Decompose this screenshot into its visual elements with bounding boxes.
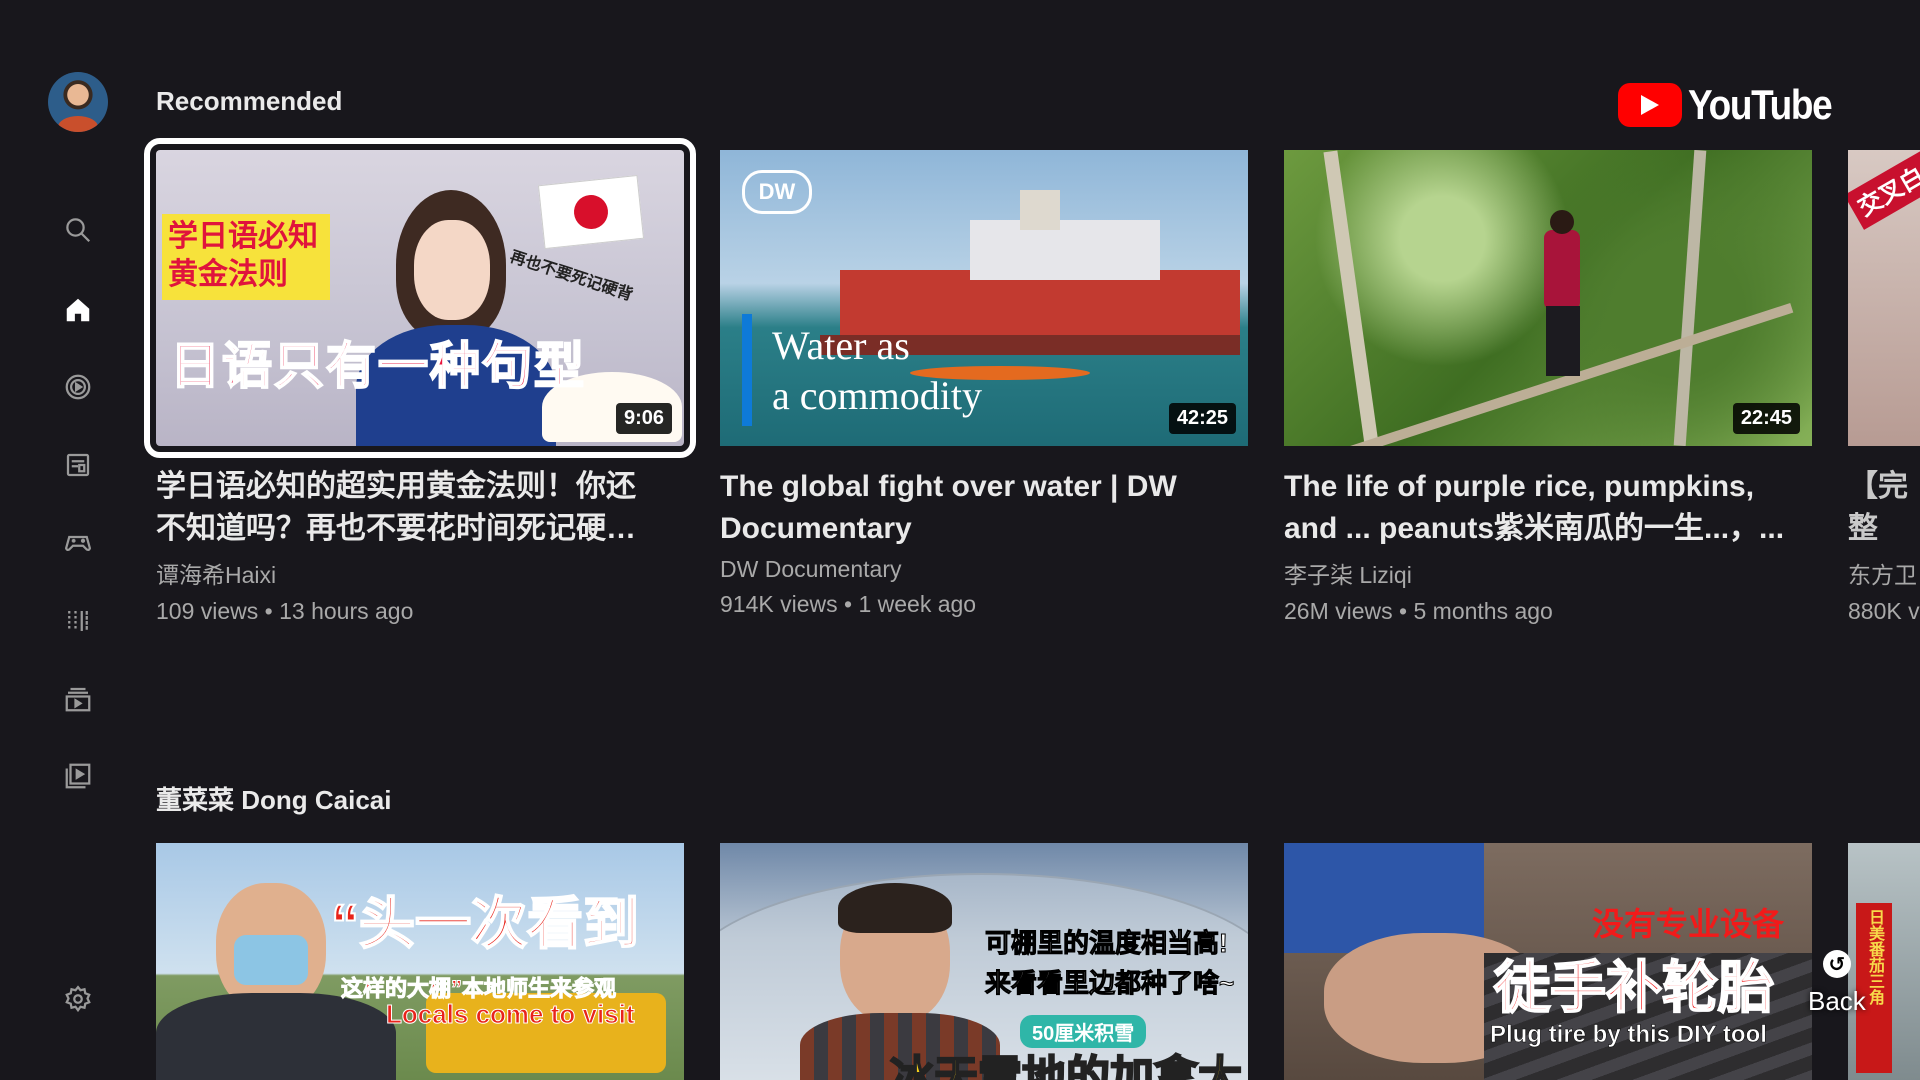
logo-text: YouTube bbox=[1688, 81, 1833, 128]
video-duration: 42:25 bbox=[1168, 403, 1236, 434]
back-button[interactable]: ↺ Back bbox=[1808, 950, 1866, 1017]
video-title: The global fight over water | DW Documen… bbox=[720, 470, 1177, 545]
video-title: 学日语必知的超实用黄金法则！你还 不知道吗？再也不要花时间死记硬… bbox=[156, 470, 636, 545]
video-thumbnail[interactable]: “头一次看到 这样的大棚”本地师生来参观 Locals come to visi… bbox=[156, 843, 684, 1080]
thumb-text-line1: 可棚里的温度相当高! bbox=[985, 928, 1229, 959]
avatar[interactable] bbox=[48, 72, 108, 132]
dw-logo-text: DW bbox=[758, 179, 796, 204]
thumb-text-main: 日语只有一种句型 bbox=[169, 337, 586, 395]
video-channel: 李子柒 Liziqi bbox=[1284, 562, 1412, 588]
video-meta: 914K views • 1 week ago bbox=[720, 591, 977, 617]
video-thumbnail[interactable]: 交叉白 bbox=[1848, 150, 1920, 446]
library-icon[interactable] bbox=[60, 681, 96, 717]
video-title: 【完整 记录 bbox=[1848, 470, 1908, 545]
video-channel: 东方卫 bbox=[1848, 562, 1917, 588]
video-channel: 谭海希Haixi bbox=[156, 562, 277, 588]
thumb-text-line2: 来看看里边都种了啥~ bbox=[984, 968, 1235, 999]
video-thumbnail[interactable]: 学日语必知 黄金法则 日语只有一种句型 再也不要死记硬背 9:06 bbox=[144, 138, 696, 458]
video-card[interactable]: 22:45 The life of purple rice, pumpkins,… bbox=[1284, 150, 1812, 625]
thumb-text-en: Locals come to visit bbox=[386, 999, 636, 1030]
video-thumbnail[interactable]: 22:45 bbox=[1284, 150, 1812, 446]
video-duration: 22:45 bbox=[1732, 403, 1800, 434]
gamepad-icon[interactable] bbox=[60, 524, 96, 560]
thumb-text-box1: 学日语必知 bbox=[168, 220, 318, 253]
video-meta: 109 views • 13 hours ago bbox=[156, 598, 414, 624]
video-title: The life of purple rice, pumpkins, and .… bbox=[1284, 470, 1785, 545]
video-thumbnail[interactable]: 没有专业设备 徒手补轮胎 Plug tire by this DIY tool bbox=[1284, 843, 1812, 1080]
video-meta: 26M views • 5 months ago bbox=[1284, 598, 1553, 624]
thumb-text-side: 再也不要死记硬背 bbox=[507, 248, 635, 305]
thumb-text-en: Plug tire by this DIY tool bbox=[1490, 1021, 1767, 1049]
section-title-recommended: Recommended bbox=[156, 86, 343, 116]
video-thumbnail[interactable]: 可棚里的温度相当高! 来看看里边都种了啥~ 50厘米积雪 冰天雪地的加拿大 bbox=[720, 843, 1248, 1080]
video-library-icon[interactable] bbox=[60, 758, 96, 794]
video-channel: DW Documentary bbox=[720, 556, 902, 582]
video-card[interactable]: 可棚里的温度相当高! 来看看里边都种了啥~ 50厘米积雪 冰天雪地的加拿大 bbox=[720, 843, 1248, 1080]
section-title-dong-caicai: 董菜菜 Dong Caicai bbox=[156, 785, 392, 815]
video-card[interactable]: 交叉白 【完整 记录 东方卫 880K v bbox=[1848, 150, 1920, 625]
youtube-play-icon bbox=[1618, 83, 1682, 127]
video-card[interactable]: “头一次看到 这样的大棚”本地师生来参观 Locals come to visi… bbox=[156, 843, 684, 1080]
thumb-text-main: “头一次看到 bbox=[330, 891, 640, 956]
youtube-logo: YouTube bbox=[1618, 80, 1851, 130]
back-label: Back bbox=[1808, 986, 1866, 1016]
video-meta: 880K v bbox=[1848, 598, 1920, 624]
thumb-text-line1: Water as bbox=[772, 323, 910, 368]
gear-icon[interactable] bbox=[60, 981, 96, 1017]
search-icon[interactable] bbox=[60, 212, 96, 248]
thumb-text-box2: 黄金法则 bbox=[168, 258, 288, 291]
back-icon: ↺ bbox=[1822, 950, 1851, 978]
sidebar bbox=[0, 0, 155, 1080]
video-duration: 9:06 bbox=[615, 403, 672, 434]
thumb-text-top: 没有专业设备 bbox=[1592, 906, 1785, 942]
home-icon[interactable] bbox=[60, 292, 96, 328]
play-circle-icon[interactable] bbox=[60, 369, 96, 405]
thumb-text-main: 徒手补轮胎 bbox=[1493, 955, 1775, 1020]
video-card[interactable]: 没有专业设备 徒手补轮胎 Plug tire by this DIY tool bbox=[1284, 843, 1812, 1080]
thumb-text-line2: a commodity bbox=[772, 373, 982, 418]
subscriptions-icon[interactable] bbox=[60, 447, 96, 483]
music-bars-icon[interactable] bbox=[60, 603, 96, 639]
video-thumbnail[interactable]: DW Water as a commodity 42:25 bbox=[720, 150, 1248, 446]
video-card[interactable]: 学日语必知 黄金法则 日语只有一种句型 再也不要死记硬背 9:06 学日语必知的… bbox=[144, 138, 696, 625]
thumb-text-main: 冰天雪地的加拿大 bbox=[889, 1052, 1243, 1080]
video-card[interactable]: DW Water as a commodity 42:25 The global… bbox=[720, 150, 1248, 618]
